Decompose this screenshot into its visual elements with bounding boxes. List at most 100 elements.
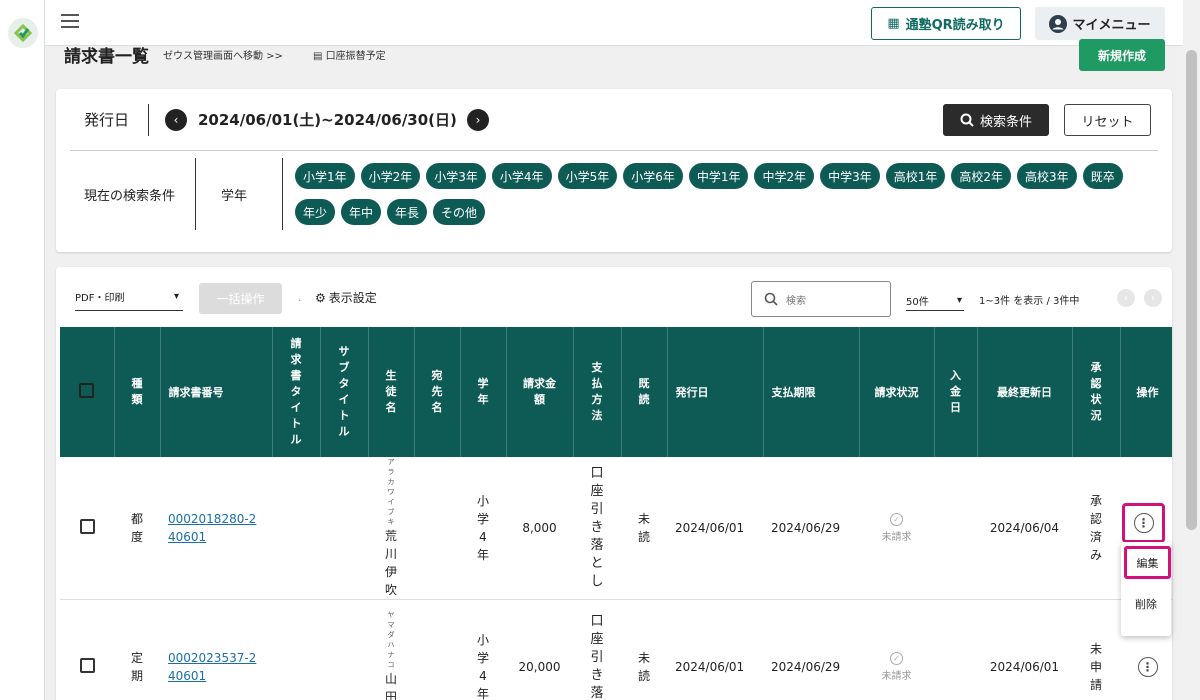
header-grade[interactable]: 学年 [460, 327, 507, 457]
header-student[interactable]: 生徒名 [368, 327, 415, 457]
page-scrollbar[interactable] [1183, 0, 1200, 700]
chevron-left-icon: ‹ [1124, 292, 1128, 304]
row-actions-button-highlighted[interactable]: ⋮ [1122, 503, 1165, 543]
header-method[interactable]: 支払方法 [573, 327, 622, 457]
status-value: 未請求 [881, 670, 912, 682]
qr-scan-button[interactable]: ▦ 通塾QR読み取り [871, 7, 1021, 40]
display-settings-button[interactable]: ⚙ 表示設定 [315, 289, 377, 306]
student-cell: ヤマダハナコ山田花 [368, 599, 414, 700]
search-icon [764, 292, 778, 306]
header-number[interactable]: 請求書番号 [160, 327, 273, 457]
row-checkbox[interactable] [79, 519, 95, 534]
header-updated[interactable]: 最終更新日 [977, 327, 1073, 457]
prev-page-button[interactable]: ‹ [1117, 289, 1135, 307]
header-type[interactable]: 種類 [114, 327, 161, 457]
filter-card: 発行日 ‹ 2024/06/01(土)~2024/06/30(日) › 検索条件… [56, 89, 1172, 252]
search-placeholder: 検索 [786, 295, 806, 307]
bulk-action-button[interactable]: 一括操作 [199, 283, 282, 314]
header-read[interactable]: 既読 [621, 327, 668, 457]
header-addressee[interactable]: 宛先名 [414, 327, 461, 457]
more-options-icon[interactable]: ⋮ [1133, 513, 1154, 533]
grade-chip[interactable]: 高校1年 [885, 163, 946, 189]
page-size-select[interactable]: 50件 ▾ [906, 291, 964, 311]
scrollbar-thumb[interactable] [1186, 50, 1197, 530]
grade-chip[interactable]: 年少 [295, 199, 336, 225]
gear-icon: ⚙ [315, 290, 326, 305]
grade-chip[interactable]: 小学6年 [623, 163, 683, 189]
grade-chip[interactable]: 既卒 [1082, 163, 1123, 189]
grade-chip[interactable]: 小学5年 [557, 163, 618, 189]
grade-chip[interactable]: その他 [433, 199, 486, 225]
prev-month-button[interactable]: ‹ [165, 109, 187, 131]
reset-button[interactable]: リセット [1064, 104, 1151, 136]
grade-value: 小学4年 [476, 632, 489, 700]
current-conditions-label: 現在の検索条件 [84, 189, 176, 204]
method-value: 口座引き落とし [590, 466, 604, 589]
calendar-icon: ▤ [312, 51, 326, 62]
grade-chip[interactable]: 小学4年 [491, 163, 552, 189]
grade-chip[interactable]: 年中 [341, 199, 382, 225]
grade-chip[interactable]: 高校3年 [1017, 163, 1077, 189]
invoice-number-link[interactable]: 0002018280-240601 [168, 510, 258, 546]
grade-chip[interactable]: 高校2年 [951, 163, 1012, 189]
due-cell: 2024/06/29 [763, 599, 859, 700]
header-issued[interactable]: 発行日 [667, 327, 764, 457]
student-name: 荒川伊吹 [384, 529, 397, 597]
schedule-link[interactable]: ▤ 口座振替予定 [313, 47, 386, 62]
chevron-right-icon: › [475, 113, 481, 127]
header-approval[interactable]: 承認状況 [1072, 327, 1121, 457]
select-all-checkbox[interactable] [79, 383, 95, 398]
page-size-value: 50件 [906, 297, 929, 308]
page-title: 請求書一覧 [64, 47, 149, 67]
table-header-row: 種類 請求書番号 請求書タイトル サブタイトル 生徒名 宛先名 学年 請求金額 … [60, 327, 1172, 457]
read-cell: 未読 [621, 599, 667, 700]
header-paid-label: 入金日 [950, 369, 961, 414]
updated-cell: 2024/06/04 [977, 457, 1072, 600]
next-page-button[interactable]: › [1144, 289, 1162, 307]
issued-cell: 2024/06/01 [667, 457, 763, 600]
zeus-admin-link[interactable]: ゼウス管理画面へ移動 >> [163, 47, 283, 62]
grade-chip[interactable]: 中学2年 [754, 163, 815, 189]
search-conditions-button[interactable]: 検索条件 [943, 104, 1049, 136]
amount-cell: 8,000 [506, 457, 573, 600]
paid-cell [934, 457, 977, 600]
issued-cell: 2024/06/01 [667, 599, 763, 700]
row-checkbox[interactable] [79, 657, 95, 673]
edit-menu-item[interactable]: 編集 [1124, 546, 1171, 579]
grade-chip[interactable]: 小学2年 [360, 163, 421, 189]
check-circle-icon: ✓ [890, 513, 903, 526]
header-approval-label: 承認状況 [1090, 361, 1102, 422]
header-subtitle[interactable]: サブタイトル [320, 327, 369, 457]
invoice-table: 種類 請求書番号 請求書タイトル サブタイトル 生徒名 宛先名 学年 請求金額 … [60, 327, 1172, 700]
title-cell [272, 457, 320, 600]
search-conditions-label: 検索条件 [979, 114, 1032, 130]
new-invoice-button[interactable]: 新規作成 [1079, 39, 1165, 71]
invoice-number-link[interactable]: 0002023537-240601 [168, 649, 258, 685]
app-logo[interactable] [8, 18, 38, 48]
delete-menu-item[interactable]: 削除 [1121, 596, 1171, 612]
header-amount[interactable]: 請求金額 [506, 327, 574, 457]
header-status[interactable]: 請求状況 [859, 327, 935, 457]
next-month-button[interactable]: › [467, 109, 489, 131]
date-range: 2024/06/01(土)~2024/06/30(日) [198, 111, 457, 129]
grade-chip[interactable]: 年長 [387, 199, 428, 225]
more-options-icon[interactable]: ⋮ [1137, 656, 1158, 677]
hamburger-menu-icon[interactable] [61, 14, 79, 28]
my-menu-button[interactable]: マイメニュー [1035, 7, 1165, 40]
approval-cell: 承認済み [1072, 457, 1120, 600]
amount-cell: 20,000 [506, 599, 573, 700]
search-input[interactable]: 検索 [751, 281, 891, 317]
grade-chip[interactable]: 小学1年 [295, 163, 355, 189]
pdf-print-select[interactable]: PDF・印刷 ▾ [75, 283, 183, 311]
header-due[interactable]: 支払期限 [763, 327, 860, 457]
header-addressee-label: 宛先名 [431, 369, 443, 414]
qr-scan-label: 通塾QR読み取り [905, 18, 1005, 33]
grade-chip[interactable]: 中学1年 [688, 163, 749, 189]
grade-chip[interactable]: 小学3年 [426, 163, 486, 189]
qr-code-icon: ▦ [887, 16, 900, 31]
header-paid[interactable]: 入金日 [934, 327, 978, 457]
grade-chip[interactable]: 中学3年 [820, 163, 880, 189]
header-ops: 操作 [1120, 327, 1172, 457]
header-read-label: 既読 [638, 377, 650, 406]
header-title[interactable]: 請求書タイトル [272, 327, 321, 457]
